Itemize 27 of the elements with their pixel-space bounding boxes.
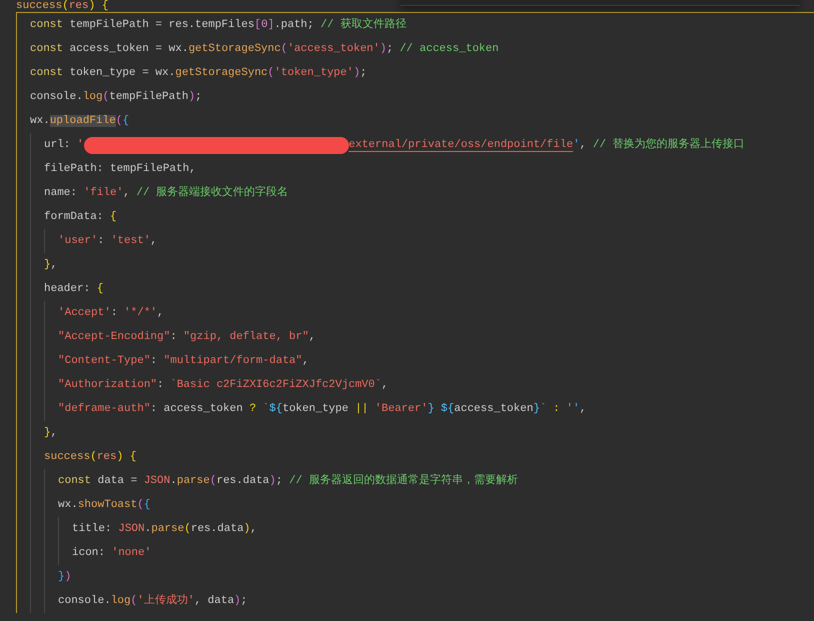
code-line: icon: 'none' — [72, 546, 152, 561]
code-line: 'user': 'test', — [58, 234, 158, 249]
code-line: const access_token = wx.getStorageSync('access_token'); // access_token — [30, 42, 499, 57]
code-line: filePath: tempFilePath, — [44, 162, 196, 177]
code-line: success(res) { — [16, 0, 108, 12]
code-line: wx.uploadFile({ — [30, 114, 130, 129]
code-line: "deframe-auth": access_token ? `${token_type || 'Bearer'} ${access_token}` : '', — [58, 402, 586, 417]
code-line: const data = JSON.parse(res.data); // 服务器返回的数据通常是字符串，需要解析 — [58, 472, 518, 489]
code-line: "Authorization": `Basic c2FiZXI6c2FiZXJfc2VjcmV0`, — [58, 378, 388, 393]
code-line: success(res) { — [44, 450, 136, 465]
code-line: }) — [58, 570, 72, 585]
code-text: external/private/oss/endpoint/file', // 替换为您的服务器上传接口 — [348, 136, 745, 153]
code-line: "Accept-Encoding": "gzip, deflate, br", — [58, 330, 316, 345]
code-line: formData: { — [44, 210, 117, 225]
code-line: wx.showToast({ — [58, 498, 150, 513]
code-line: 'Accept': '*/*', — [58, 306, 164, 321]
code-line: }, — [44, 258, 58, 273]
code-line: header: { — [44, 282, 104, 297]
code-line: console.log(tempFilePath); — [30, 90, 202, 105]
code-line: const token_type = wx.getStorageSync('token_type'); — [30, 66, 367, 81]
code-line: title: JSON.parse(res.data), — [72, 522, 257, 537]
code-line: }, — [44, 426, 58, 441]
code-line: console.log('上传成功', data); — [58, 593, 248, 609]
code-line: const tempFilePath = res.tempFiles[0].path; // 获取文件路径 — [30, 16, 406, 33]
code-line: name: 'file', // 服务器端接收文件的字段名 — [44, 184, 288, 201]
code-line: "Content-Type": "multipart/form-data", — [58, 354, 309, 369]
code-text: url: ' — [44, 138, 84, 153]
